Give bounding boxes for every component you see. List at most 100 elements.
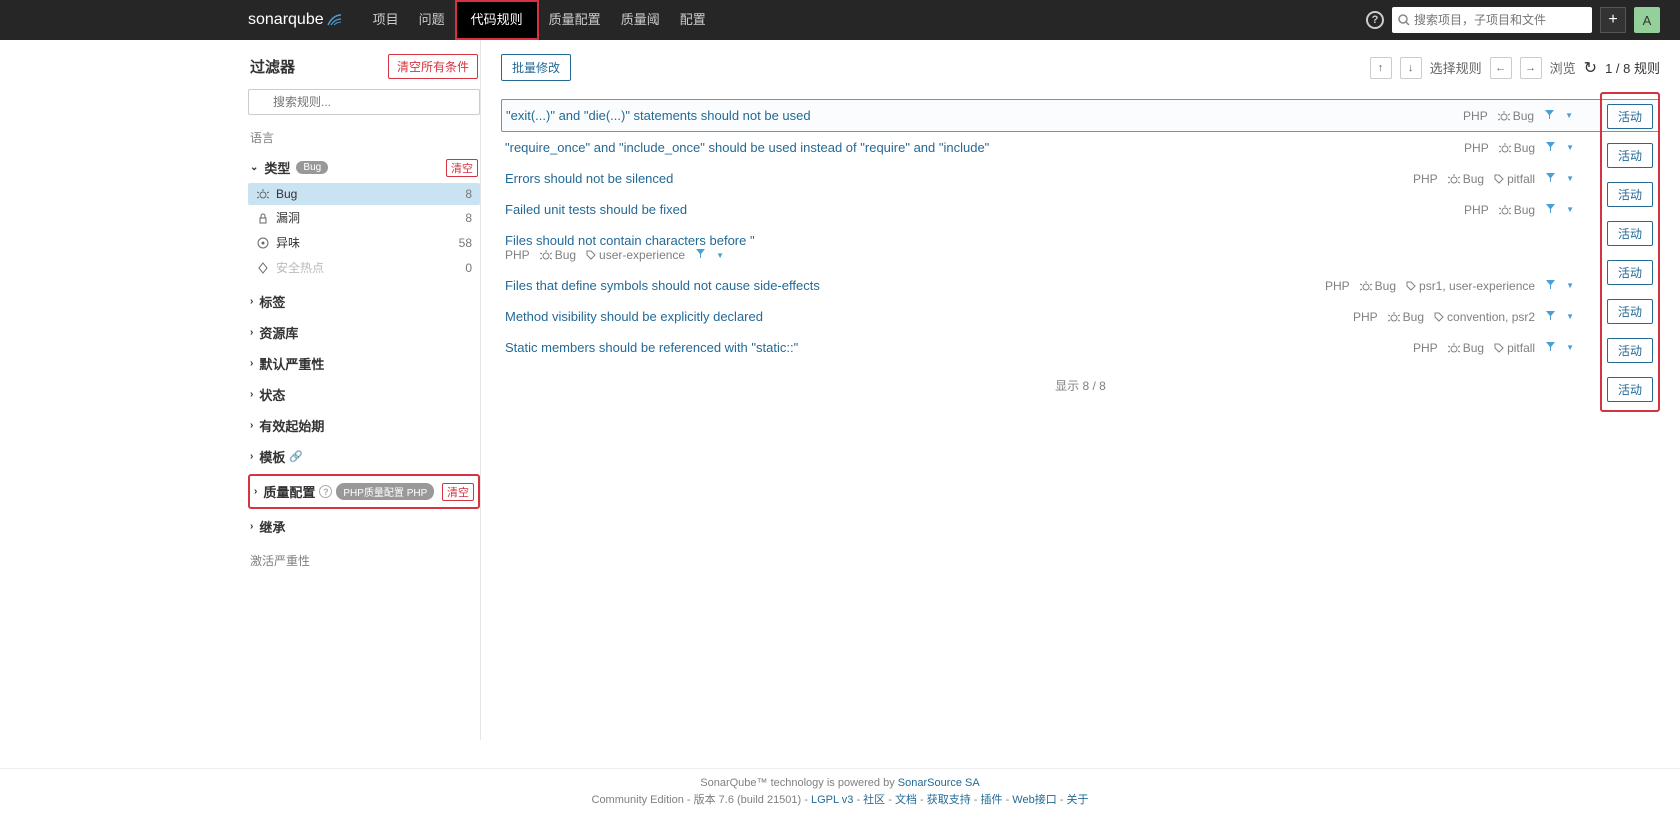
nav-prev-button[interactable]: ← [1490, 57, 1512, 79]
bulk-change-button[interactable]: 批量修改 [501, 54, 571, 81]
facet-inheritance-header[interactable]: › 继承 [248, 511, 480, 542]
facet-type-item-Bug[interactable]: Bug8 [248, 183, 480, 205]
nav-配置[interactable]: 配置 [670, 0, 716, 40]
logo[interactable]: sonarqube [248, 11, 343, 29]
reload-icon[interactable]: ↻ [1584, 58, 1597, 78]
create-button[interactable]: + [1600, 7, 1626, 33]
rule-row[interactable]: "require_once" and "include_once" should… [501, 132, 1660, 163]
logo-waves-icon [327, 13, 343, 27]
filters-sidebar: 过滤器 清空所有条件 语言 ⌄ 类型 Bug 清空 Bug8漏洞8异味58安全热… [248, 40, 480, 740]
dropdown-icon[interactable]: ▼ [1566, 205, 1574, 214]
dropdown-icon[interactable]: ▼ [1566, 143, 1574, 152]
facet-type-header[interactable]: ⌄ 类型 Bug 清空 [248, 152, 480, 183]
facet-资源库-header[interactable]: ›资源库 [248, 317, 480, 348]
rule-row[interactable]: Failed unit tests should be fixedPHP Bug… [501, 194, 1660, 225]
dropdown-icon[interactable]: ▼ [716, 251, 724, 260]
rule-lang: PHP [1464, 141, 1489, 155]
rule-type: Bug [1388, 310, 1424, 324]
rule-title[interactable]: Failed unit tests should be fixed [505, 202, 1464, 217]
footer-link-获取支持[interactable]: 获取支持 [927, 794, 971, 806]
dropdown-icon[interactable]: ▼ [1566, 312, 1574, 321]
avatar[interactable]: A [1634, 7, 1660, 33]
tag-icon [1406, 281, 1416, 291]
nav-up-button[interactable]: ↑ [1370, 57, 1392, 79]
dropdown-icon[interactable]: ▼ [1566, 281, 1574, 290]
activate-button[interactable]: 活动 [1607, 182, 1653, 207]
facet-默认严重性-header[interactable]: ›默认严重性 [248, 348, 480, 379]
tag-icon [1494, 174, 1504, 184]
rule-title[interactable]: Method visibility should be explicitly d… [505, 309, 1353, 324]
facet-item-count: 58 [459, 236, 472, 250]
filter-icon[interactable] [1545, 172, 1556, 186]
dropdown-icon[interactable]: ▼ [1566, 174, 1574, 183]
global-search[interactable] [1392, 7, 1592, 33]
activate-button[interactable]: 活动 [1607, 377, 1653, 402]
rule-title[interactable]: Files that define symbols should not cau… [505, 278, 1325, 293]
rule-row[interactable]: "exit(...)" and "die(...)" statements sh… [501, 99, 1660, 132]
activate-button[interactable]: 活动 [1607, 260, 1653, 285]
facet-item-count: 8 [465, 211, 472, 225]
rule-row[interactable]: Static members should be referenced with… [501, 332, 1660, 363]
filter-icon[interactable] [1545, 141, 1556, 155]
dropdown-icon[interactable]: ▼ [1565, 111, 1573, 120]
nav-next-button[interactable]: → [1520, 57, 1542, 79]
facet-quality-profile-header[interactable]: › 质量配置 ? PHP质量配置 PHP 清空 [252, 478, 476, 505]
global-search-input[interactable] [1414, 13, 1586, 27]
footer-link-文档[interactable]: 文档 [895, 794, 917, 806]
footer-link-Web接口[interactable]: Web接口 [1012, 794, 1056, 806]
footer-link-关于[interactable]: 关于 [1067, 794, 1089, 806]
facet-type-item-异味[interactable]: 异味58 [248, 230, 480, 255]
tag-icon [586, 250, 596, 260]
tag-icon [1494, 343, 1504, 353]
rules-search-input[interactable] [248, 89, 480, 115]
rule-title[interactable]: Errors should not be silenced [505, 171, 1413, 186]
nav-问题[interactable]: 问题 [409, 0, 455, 40]
nav-质量配置[interactable]: 质量配置 [539, 0, 611, 40]
footer-link-LGPL v3[interactable]: LGPL v3 [811, 794, 853, 806]
facet-qp-clear[interactable]: 清空 [442, 483, 474, 501]
nav-down-button[interactable]: ↓ [1400, 57, 1422, 79]
filter-icon[interactable] [1544, 109, 1555, 123]
nav-代码规则[interactable]: 代码规则 [455, 0, 539, 40]
dropdown-icon[interactable]: ▼ [1566, 343, 1574, 352]
help-icon[interactable]: ? [1366, 11, 1384, 29]
facet-qp-tag: PHP质量配置 PHP [336, 483, 434, 500]
filter-icon[interactable] [1545, 279, 1556, 293]
facet-状态-header[interactable]: ›状态 [248, 379, 480, 410]
activate-button[interactable]: 活动 [1607, 221, 1653, 246]
facet-type-clear[interactable]: 清空 [446, 159, 478, 177]
filter-icon[interactable] [1545, 341, 1556, 355]
activate-button[interactable]: 活动 [1607, 143, 1653, 168]
rule-title[interactable]: Static members should be referenced with… [505, 340, 1413, 355]
filter-icon[interactable] [695, 248, 706, 262]
rule-title[interactable]: "require_once" and "include_once" should… [505, 140, 1464, 155]
filter-icon[interactable] [1545, 310, 1556, 324]
activate-button[interactable]: 活动 [1607, 338, 1653, 363]
footer-link-社区[interactable]: 社区 [863, 794, 885, 806]
filter-icon[interactable] [1545, 203, 1556, 217]
link-icon: 🔗 [289, 450, 303, 463]
rule-tags: convention, psr2 [1434, 310, 1535, 324]
activate-button[interactable]: 活动 [1607, 104, 1653, 129]
rule-row[interactable]: Files that define symbols should not cau… [501, 270, 1660, 301]
help-icon[interactable]: ? [319, 485, 332, 498]
nav-质量阈[interactable]: 质量阈 [611, 0, 670, 40]
rule-title[interactable]: Files should not contain characters befo… [505, 233, 1656, 262]
footer-sonarsource-link[interactable]: SonarSource SA [898, 777, 980, 789]
nav-项目[interactable]: 项目 [363, 0, 409, 40]
chevron-right-icon: › [250, 451, 253, 462]
facet-type-item-漏洞[interactable]: 漏洞8 [248, 205, 480, 230]
rule-row[interactable]: Files should not contain characters befo… [501, 225, 1660, 270]
facet-标签-header[interactable]: ›标签 [248, 286, 480, 317]
facet-template-header[interactable]: › 模板 🔗 [248, 441, 480, 472]
clear-all-button[interactable]: 清空所有条件 [388, 54, 478, 79]
hotspot-icon [256, 262, 270, 274]
footer-link-插件[interactable]: 插件 [981, 794, 1003, 806]
rule-row[interactable]: Method visibility should be explicitly d… [501, 301, 1660, 332]
rule-title[interactable]: "exit(...)" and "die(...)" statements sh… [506, 108, 1463, 123]
facet-有效起始期-header[interactable]: ›有效起始期 [248, 410, 480, 441]
bug-icon [256, 188, 270, 200]
facet-item-label: Bug [276, 187, 297, 201]
activate-button[interactable]: 活动 [1607, 299, 1653, 324]
rule-row[interactable]: Errors should not be silencedPHP Bug pit… [501, 163, 1660, 194]
